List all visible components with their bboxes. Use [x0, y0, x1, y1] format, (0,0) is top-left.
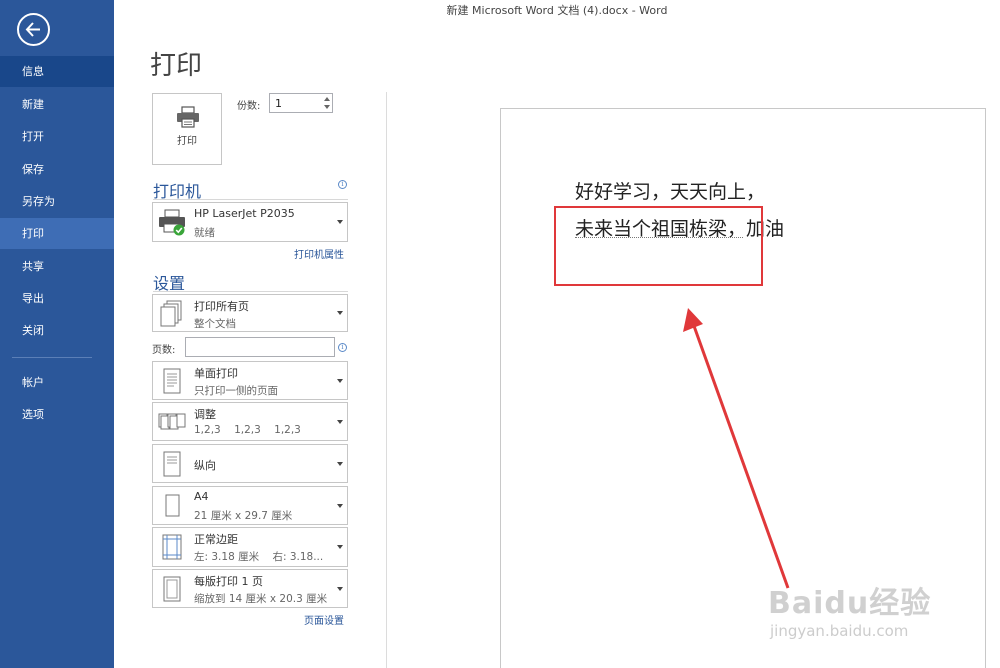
printer-icon: [177, 106, 199, 128]
copies-value: 1: [275, 97, 282, 110]
sidebar-item-open[interactable]: 打开: [0, 121, 114, 152]
sidebar-item-save[interactable]: 保存: [0, 154, 114, 185]
info-icon[interactable]: i: [338, 343, 347, 352]
sides-dropdown[interactable]: 单面打印 只打印一侧的页面: [152, 361, 348, 400]
back-button[interactable]: [17, 13, 50, 46]
print-range-title: 打印所有页: [194, 300, 249, 313]
sidebar-item-new[interactable]: 新建: [0, 89, 114, 120]
chevron-down-icon: [337, 378, 343, 383]
paper-size-icon: [165, 494, 180, 516]
spin-up-icon[interactable]: [324, 97, 330, 101]
margins-subtitle: 左: 3.18 厘米 右: 3.18...: [194, 551, 324, 563]
panel-divider: [386, 92, 387, 668]
sidebar-item-info[interactable]: 信息: [0, 56, 114, 87]
collate-icon: [158, 413, 186, 429]
printer-ready-icon: [159, 209, 185, 236]
collate-title: 调整: [194, 408, 216, 421]
collate-subtitle: 1,2,3 1,2,3 1,2,3: [194, 424, 301, 436]
chevron-down-icon: [337, 311, 343, 315]
printer-heading-divider: [153, 199, 348, 200]
chevron-down-icon: [337, 586, 343, 591]
margins-title: 正常边距: [194, 533, 238, 546]
chevron-down-icon: [337, 545, 343, 549]
print-button[interactable]: 打印: [152, 93, 222, 165]
spin-down-icon[interactable]: [324, 105, 330, 109]
sides-subtitle: 只打印一侧的页面: [194, 385, 278, 397]
pages-per-sheet-title: 每版打印 1 页: [194, 575, 263, 588]
page-title: 打印: [150, 51, 203, 81]
sidebar-item-save-as[interactable]: 另存为: [0, 186, 114, 217]
chevron-down-icon: [337, 419, 343, 424]
orientation-dropdown[interactable]: 纵向: [152, 444, 348, 483]
chevron-down-icon: [337, 503, 343, 508]
pages-per-sheet-subtitle: 缩放到 14 厘米 x 20.3 厘米: [194, 593, 328, 605]
page-setup-link[interactable]: 页面设置: [280, 612, 344, 627]
sidebar-item-share[interactable]: 共享: [0, 251, 114, 282]
arrow-left-icon: [25, 22, 40, 37]
watermark-url: jingyan.baidu.com: [770, 622, 909, 640]
chevron-down-icon: [337, 461, 343, 466]
document-text-line: 好好学习，天天向上，: [575, 181, 766, 203]
paper-size-dropdown[interactable]: A4 21 厘米 x 29.7 厘米: [152, 486, 348, 525]
copies-spinbox[interactable]: 1: [269, 93, 333, 113]
sidebar-item-export[interactable]: 导出: [0, 283, 114, 314]
backstage-sidebar: 信息 新建 打开 保存 另存为 打印 共享 导出 关闭 帐户 选项: [0, 0, 114, 668]
orientation-title: 纵向: [194, 459, 216, 472]
single-side-page-icon: [163, 368, 181, 393]
printer-name: HP LaserJet P2035: [194, 207, 295, 220]
portrait-page-icon: [163, 451, 181, 476]
paper-size-title: A4: [194, 490, 209, 503]
pages-label: 页数:: [152, 345, 176, 356]
info-icon[interactable]: i: [338, 180, 347, 189]
watermark-logo: Baidu经验: [768, 586, 932, 621]
printer-properties-link[interactable]: 打印机属性: [270, 246, 344, 261]
sidebar-item-options[interactable]: 选项: [0, 399, 114, 430]
window-title: 新建 Microsoft Word 文档 (4).docx - Word: [446, 4, 668, 17]
pages-input[interactable]: [185, 337, 335, 357]
copies-label: 份数:: [237, 101, 261, 112]
sidebar-item-close[interactable]: 关闭: [0, 315, 114, 346]
sidebar-item-print[interactable]: 打印: [0, 218, 114, 249]
print-range-subtitle: 整个文档: [194, 318, 236, 330]
sidebar-divider: [12, 357, 92, 358]
margins-dropdown[interactable]: 正常边距 左: 3.18 厘米 右: 3.18...: [152, 527, 348, 567]
pages-stack-icon: [160, 300, 182, 327]
collate-dropdown[interactable]: 调整 1,2,3 1,2,3 1,2,3: [152, 402, 348, 441]
settings-heading-divider: [153, 291, 348, 292]
one-page-per-sheet-icon: [163, 576, 181, 601]
baidu-jingyan-watermark: Baidu经验 jingyan.baidu.com: [768, 560, 988, 660]
annotation-highlight-box: [554, 206, 763, 286]
margins-icon: [162, 534, 182, 560]
pages-per-sheet-dropdown[interactable]: 每版打印 1 页 缩放到 14 厘米 x 20.3 厘米: [152, 569, 348, 608]
chevron-down-icon: [337, 220, 343, 224]
printer-status: 就绪: [194, 227, 215, 239]
print-button-label: 打印: [177, 136, 197, 147]
printer-dropdown[interactable]: HP LaserJet P2035 就绪: [152, 202, 348, 242]
sidebar-item-account[interactable]: 帐户: [0, 367, 114, 398]
paper-size-subtitle: 21 厘米 x 29.7 厘米: [194, 510, 293, 522]
sides-title: 单面打印: [194, 367, 238, 380]
print-range-dropdown[interactable]: 打印所有页 整个文档: [152, 294, 348, 332]
